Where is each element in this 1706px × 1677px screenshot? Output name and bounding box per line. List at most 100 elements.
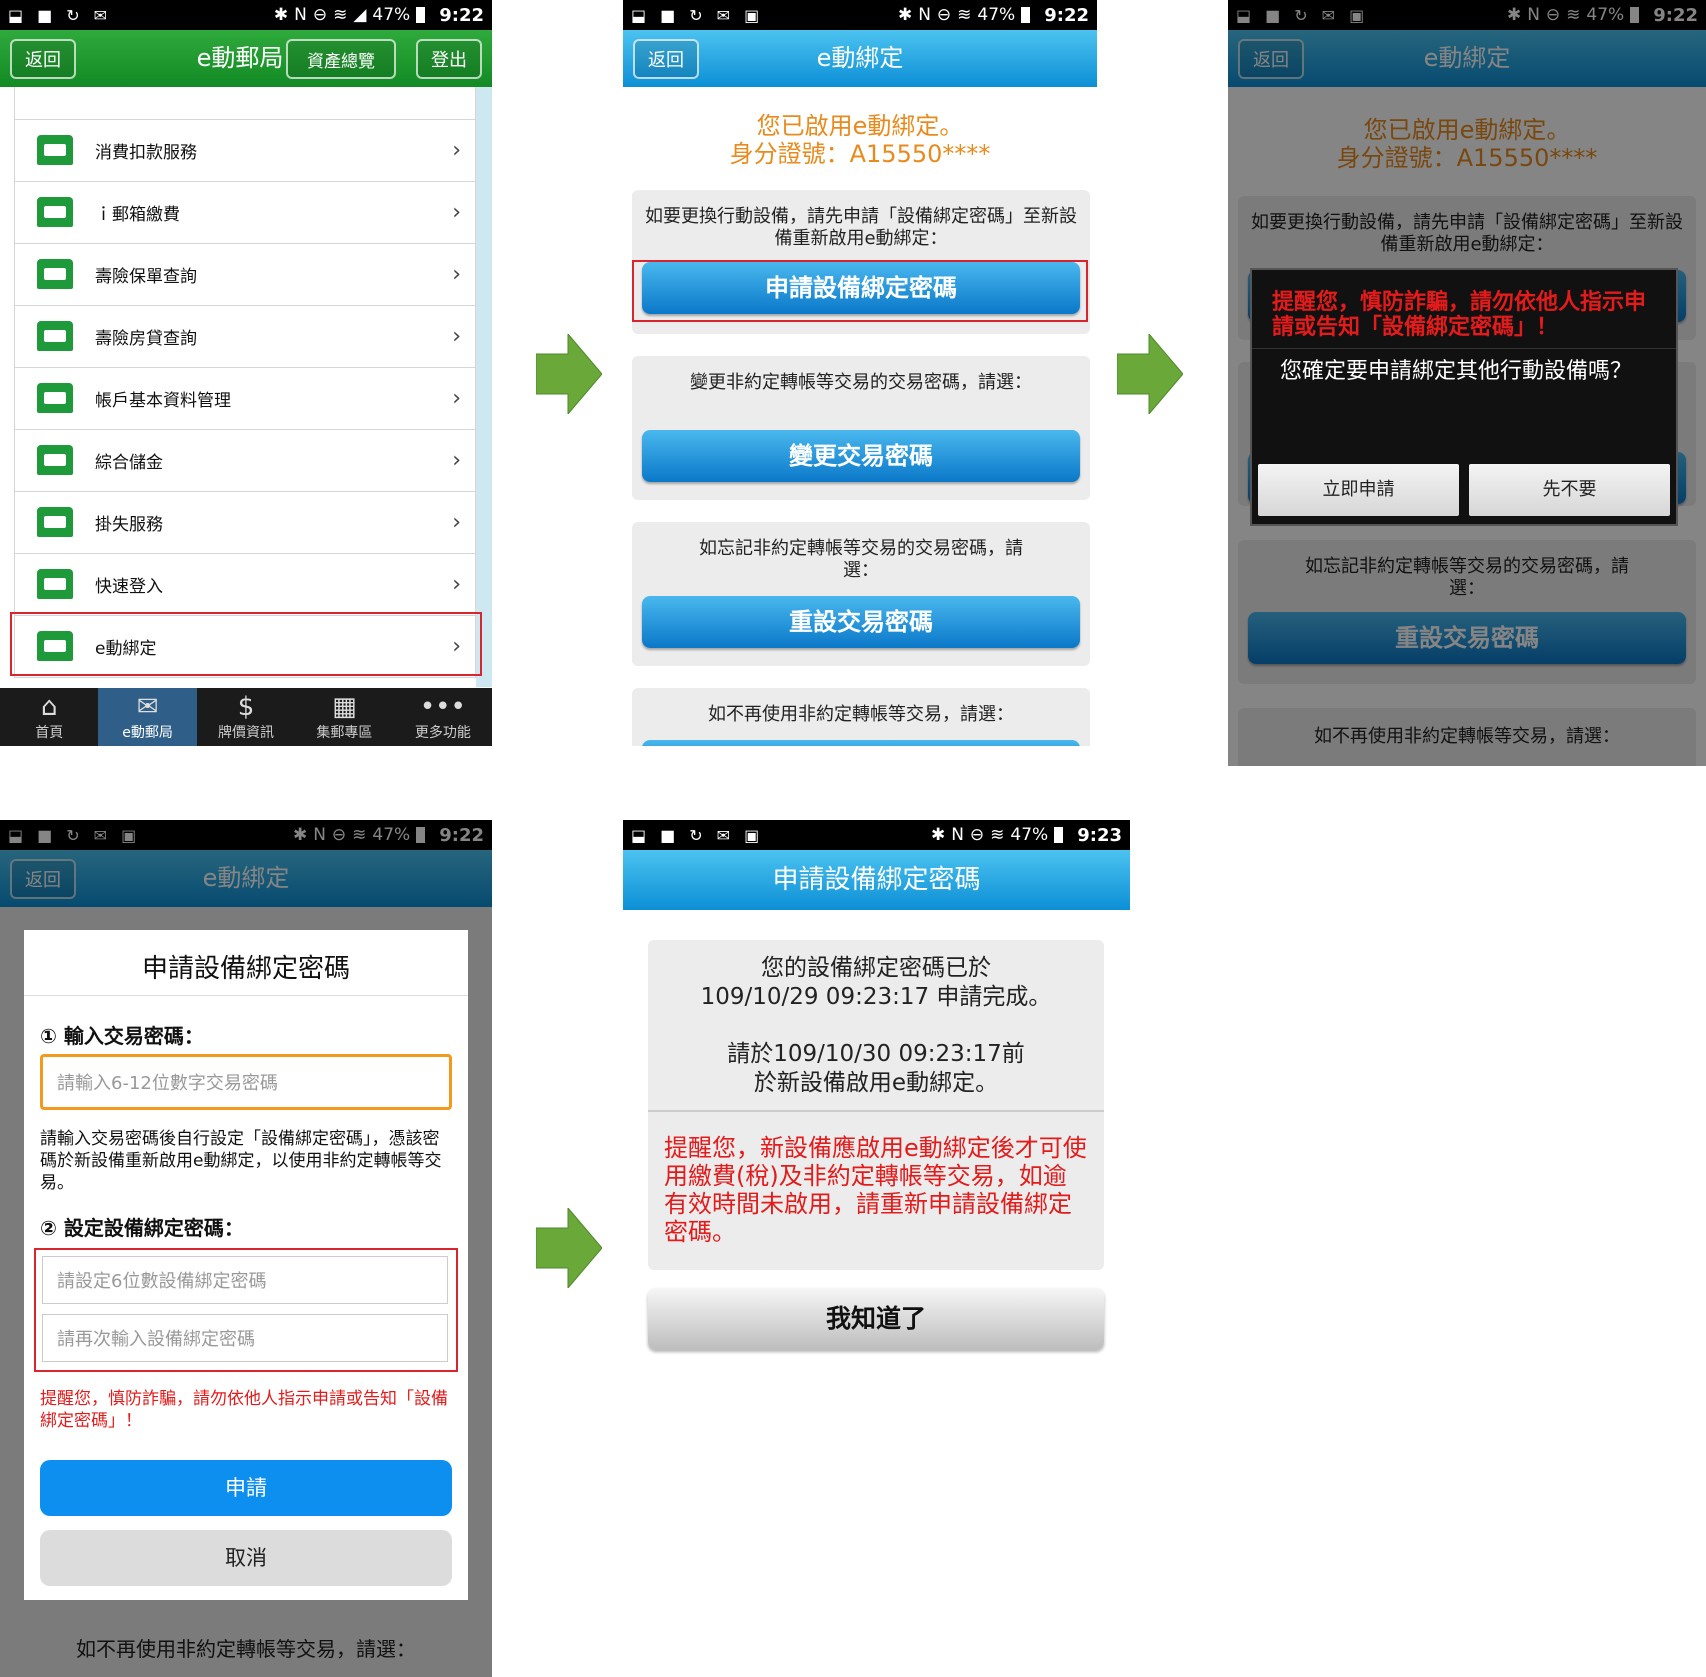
logout-button[interactable]: 登出 [416,39,482,79]
app-header: 申請設備綁定密碼 [623,850,1130,910]
reset-password-card: 如忘記非約定轉帳等交易的交易密碼，請選： 重設交易密碼 [632,522,1090,666]
dnd-icon: ⊖ [969,825,985,845]
clock: 9:23 [1077,824,1122,846]
battery-icon [1054,827,1064,843]
step1-label: ① 輸入交易密碼： [40,1024,204,1048]
mailbox-icon [37,444,73,477]
transaction-password-input[interactable]: 請輸入6-12位數字交易密碼 [40,1054,452,1110]
image-icon: ▣ [744,825,760,845]
list-item[interactable]: 壽險保單查詢 › [14,244,476,306]
mail-icon: ✉ [716,825,731,845]
home-icon: ⌂ [40,692,58,722]
list-item[interactable]: ｉ郵箱繳費 › [14,182,476,244]
back-button[interactable]: 返回 [10,39,76,79]
list-item[interactable]: 掛失服務 › [14,492,476,554]
nfc-icon: N [918,5,931,25]
binding-password-input[interactable]: 請設定6位數設備綁定密碼 [42,1256,448,1304]
arrow-right-icon [1117,334,1183,414]
list-item-label: ｉ郵箱繳費 [95,205,180,225]
bottom-tab-bar: ⌂ 首頁 ✉ e動郵局 $ 牌價資訊 ▦ 集郵專區 ••• 更多功能 [0,688,492,746]
bluetooth-icon: ✱ [273,5,289,25]
enabled-message: 您已啟用e動綁定。 [756,112,964,140]
battery-percent: 47% [1010,825,1049,845]
instruction-text: 請輸入交易密碼後自行設定「設備綁定密碼」，憑該密碼於新設備重新啟用e動綁定，以使… [40,1129,442,1193]
dollar-icon: $ [237,692,255,722]
tab-label: 集郵專區 [316,725,373,741]
stop-service-button[interactable] [642,740,1080,746]
video-icon: ■ [660,5,676,25]
app-header: 返回 e動郵局 資產總覽 登出 [0,30,492,87]
screen-binding: ⬓ ■ ↻ ✉ ▣ ✱ N ⊖ ≋ 47% 9:22 返回 e動綁定 您已啟用e… [623,0,1097,746]
confirm-dialog: 提醒您，慎防詐騙，請勿依他人指示申請或告知「設備綁定密碼」！ 您確定要申請綁定其… [1250,268,1678,526]
list-item[interactable]: 綜合儲金 › [14,430,476,492]
bluetooth-icon: ✱ [897,5,913,25]
tab-label: 更多功能 [414,725,471,741]
deadline-line-2: 於新設備啟用e動綁定。 [753,1070,999,1096]
cancel-button[interactable]: 取消 [40,1530,452,1586]
list-item-partial [14,87,476,120]
background-strip [476,87,492,687]
mailbox-icon [37,382,73,415]
screen-apply-complete: ⬓ ■ ↻ ✉ ▣ ✱ N ⊖ ≋ 47% 9:23 申請設備綁定密碼 您的設備… [623,820,1130,1380]
app-header: 返回 e動綁定 [623,30,1097,87]
list-item[interactable]: 消費扣款服務 › [14,120,476,182]
list-item-label: 綜合儲金 [95,453,163,473]
change-password-button[interactable]: 變更交易密碼 [642,430,1080,482]
tab-home[interactable]: ⌂ 首頁 [0,688,98,746]
binding-password-confirm-input[interactable]: 請再次輸入設備綁定密碼 [42,1314,448,1362]
result-card: 您的設備綁定密碼已於 109/10/29 09:23:17 申請完成。 請於10… [648,940,1104,1270]
change-password-card: 變更非約定轉帳等交易的交易密碼，請選： 變更交易密碼 [632,356,1090,500]
dnd-icon: ⊖ [312,5,328,25]
screen-confirm-dialog: ⬓ ■ ↻ ✉ ▣ ✱ N ⊖ ≋ 47% 9:22 返回 e動綁定 您已啟用e… [1228,0,1706,766]
sync-icon: ↻ [66,5,80,25]
confirm-question: 您確定要申請綁定其他行動設備嗎？ [1252,348,1676,395]
page-title: e動綁定 [816,44,904,72]
mailbox-icon: ✉ [136,692,159,722]
tab-more[interactable]: ••• 更多功能 [394,688,492,746]
activation-warning: 提醒您，新設備應啟用e動綁定後才可使用繳費(稅)及非約定轉帳等交易，如逾有效時間… [664,1134,1087,1246]
tab-stamp[interactable]: ▦ 集郵專區 [295,688,393,746]
tab-label: e動郵局 [122,725,173,741]
list-item-label: 壽險保單查詢 [95,267,197,287]
tab-label: 牌價資訊 [218,725,275,741]
apply-form-dialog: 申請設備綁定密碼 ① 輸入交易密碼： 請輸入6-12位數字交易密碼 請輸入交易密… [24,930,468,1600]
list-item-label: 掛失服務 [95,515,163,535]
apply-button[interactable]: 申請 [40,1460,452,1516]
stop-service-card: 如不再使用非約定轉帳等交易，請選： [632,688,1090,746]
sync-icon: ↻ [689,825,703,845]
tab-dollar[interactable]: $ 牌價資訊 [197,688,295,746]
download-icon: ⬓ [631,825,647,845]
change-device-text: 如要更換行動設備，請先申請「設備綁定密碼」至新設備重新啟用e動綁定： [645,206,1077,249]
list-item[interactable]: 壽險房貸查詢 › [14,306,476,368]
status-bar: ⬓ ■ ↻ ✉ ▣ ✱ N ⊖ ≋ 47% 9:23 [623,820,1130,850]
not-now-button[interactable]: 先不要 [1469,464,1670,516]
tab-mailbox[interactable]: ✉ e動郵局 [98,688,197,746]
battery-icon [1021,7,1031,23]
video-icon: ■ [37,5,53,25]
chevron-right-icon: › [452,262,461,287]
screen-menu: ⬓ ■ ↻ ✉ ✱ N ⊖ ≋ ◢ 47% 9:22 返回 e動郵局 資產總覽 … [0,0,492,746]
chevron-right-icon: › [452,138,461,163]
list-item[interactable]: 帳戶基本資料管理 › [14,368,476,430]
mail-icon: ✉ [716,5,731,25]
list-item[interactable]: 快速登入 › [14,554,476,616]
page-title: 申請設備綁定密碼 [772,865,981,895]
reset-password-text: 如忘記非約定轉帳等交易的交易密碼，請選： [699,538,1023,581]
status-bar: ⬓ ■ ↻ ✉ ▣ ✱ N ⊖ ≋ 47% 9:22 [623,0,1097,30]
reset-password-button[interactable]: 重設交易密碼 [642,596,1080,648]
acknowledge-button[interactable]: 我知道了 [648,1288,1104,1350]
clock: 9:22 [1044,4,1089,26]
battery-percent: 47% [372,5,411,25]
chevron-right-icon: › [452,386,461,411]
download-icon: ⬓ [8,5,24,25]
chevron-right-icon: › [452,510,461,535]
assets-overview-button[interactable]: 資產總覽 [286,39,396,79]
wifi-icon: ≋ [990,825,1005,845]
mail-icon: ✉ [93,5,108,25]
mailbox-icon [37,506,73,539]
apply-now-button[interactable]: 立即申請 [1258,464,1459,516]
fraud-warning: 提醒您，慎防詐騙，請勿依他人指示申請或告知「設備綁定密碼」！ [1272,290,1647,340]
page-title: e動郵局 [196,44,284,72]
dnd-icon: ⊖ [936,5,952,25]
clock: 9:22 [439,4,484,26]
